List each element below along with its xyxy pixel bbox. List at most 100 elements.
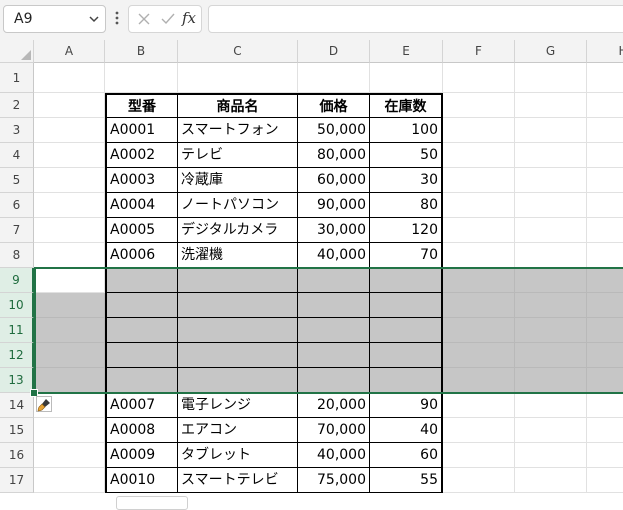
cell-b2[interactable]: 型番	[105, 93, 178, 118]
cell-c14[interactable]: 電子レンジ	[178, 393, 298, 418]
column-header-c[interactable]: C	[178, 40, 298, 63]
cell-c15[interactable]: エアコン	[178, 418, 298, 443]
row-header-13[interactable]: 13	[0, 368, 34, 393]
row-header-1[interactable]: 1	[0, 63, 34, 93]
cell-e11[interactable]	[370, 318, 443, 343]
cell-e9[interactable]	[370, 268, 443, 293]
row-header-11[interactable]: 11	[0, 318, 34, 343]
cell-f8[interactable]	[443, 243, 515, 268]
cell-d15[interactable]: 70,000	[298, 418, 370, 443]
cell-f2[interactable]	[443, 93, 515, 118]
cell-d13[interactable]	[298, 368, 370, 393]
cell-c10[interactable]	[178, 293, 298, 318]
cell-h16[interactable]	[587, 443, 623, 468]
cell-b3[interactable]: A0001	[105, 118, 178, 143]
cell-b14[interactable]: A0007	[105, 393, 178, 418]
cell-a15[interactable]	[34, 418, 105, 443]
cell-h17[interactable]	[587, 468, 623, 493]
cell-a9[interactable]	[34, 268, 105, 293]
cell-g1[interactable]	[515, 63, 587, 93]
cell-c2[interactable]: 商品名	[178, 93, 298, 118]
cell-h11[interactable]	[587, 318, 623, 343]
cell-c9[interactable]	[178, 268, 298, 293]
row-header-9[interactable]: 9	[0, 268, 34, 293]
cell-h15[interactable]	[587, 418, 623, 443]
column-header-d[interactable]: D	[298, 40, 370, 63]
cell-f4[interactable]	[443, 143, 515, 168]
cell-b17[interactable]: A0010	[105, 468, 178, 493]
cell-b1[interactable]	[105, 63, 178, 93]
cell-b11[interactable]	[105, 318, 178, 343]
cell-f14[interactable]	[443, 393, 515, 418]
cell-f9[interactable]	[443, 268, 515, 293]
cell-g12[interactable]	[515, 343, 587, 368]
cell-c13[interactable]	[178, 368, 298, 393]
cell-e8[interactable]: 70	[370, 243, 443, 268]
cell-h13[interactable]	[587, 368, 623, 393]
row-header-3[interactable]: 3	[0, 118, 34, 143]
cell-a5[interactable]	[34, 168, 105, 193]
cell-h7[interactable]	[587, 218, 623, 243]
column-header-e[interactable]: E	[370, 40, 443, 63]
cell-a3[interactable]	[34, 118, 105, 143]
cell-a12[interactable]	[34, 343, 105, 368]
row-header-6[interactable]: 6	[0, 193, 34, 218]
column-header-g[interactable]: G	[515, 40, 587, 63]
more-vertical-icon[interactable]	[114, 9, 120, 27]
cell-c1[interactable]	[178, 63, 298, 93]
row-header-10[interactable]: 10	[0, 293, 34, 318]
cell-b6[interactable]: A0004	[105, 193, 178, 218]
cell-h1[interactable]	[587, 63, 623, 93]
cell-e17[interactable]: 55	[370, 468, 443, 493]
cell-g4[interactable]	[515, 143, 587, 168]
cell-c8[interactable]: 洗濯機	[178, 243, 298, 268]
cell-a10[interactable]	[34, 293, 105, 318]
cell-b8[interactable]: A0006	[105, 243, 178, 268]
column-header-b[interactable]: B	[105, 40, 178, 63]
cell-h5[interactable]	[587, 168, 623, 193]
cell-f1[interactable]	[443, 63, 515, 93]
cell-e7[interactable]: 120	[370, 218, 443, 243]
cell-b16[interactable]: A0009	[105, 443, 178, 468]
cell-e14[interactable]: 90	[370, 393, 443, 418]
cell-f11[interactable]	[443, 318, 515, 343]
row-header-4[interactable]: 4	[0, 143, 34, 168]
paste-options-button[interactable]	[36, 396, 52, 412]
cell-a11[interactable]	[34, 318, 105, 343]
cell-b15[interactable]: A0008	[105, 418, 178, 443]
cell-d3[interactable]: 50,000	[298, 118, 370, 143]
cell-g9[interactable]	[515, 268, 587, 293]
cell-e12[interactable]	[370, 343, 443, 368]
cell-g15[interactable]	[515, 418, 587, 443]
cancel-icon[interactable]	[137, 12, 151, 26]
row-header-7[interactable]: 7	[0, 218, 34, 243]
cell-c5[interactable]: 冷蔵庫	[178, 168, 298, 193]
cell-a6[interactable]	[34, 193, 105, 218]
chevron-down-icon[interactable]	[88, 13, 100, 25]
formula-input[interactable]	[208, 5, 623, 33]
cell-e2[interactable]: 在庫数	[370, 93, 443, 118]
cell-g13[interactable]	[515, 368, 587, 393]
cell-e3[interactable]: 100	[370, 118, 443, 143]
cell-g2[interactable]	[515, 93, 587, 118]
cell-d8[interactable]: 40,000	[298, 243, 370, 268]
cell-b5[interactable]: A0003	[105, 168, 178, 193]
cell-c16[interactable]: タブレット	[178, 443, 298, 468]
cell-b4[interactable]: A0002	[105, 143, 178, 168]
row-header-8[interactable]: 8	[0, 243, 34, 268]
cell-a13[interactable]	[34, 368, 105, 393]
cell-b10[interactable]	[105, 293, 178, 318]
cell-h14[interactable]	[587, 393, 623, 418]
cell-h6[interactable]	[587, 193, 623, 218]
cell-d12[interactable]	[298, 343, 370, 368]
cell-f6[interactable]	[443, 193, 515, 218]
cell-a2[interactable]	[34, 93, 105, 118]
cell-h9[interactable]	[587, 268, 623, 293]
cell-e4[interactable]: 50	[370, 143, 443, 168]
cell-g17[interactable]	[515, 468, 587, 493]
cell-g14[interactable]	[515, 393, 587, 418]
cell-c6[interactable]: ノートパソコン	[178, 193, 298, 218]
cell-b7[interactable]: A0005	[105, 218, 178, 243]
cell-f7[interactable]	[443, 218, 515, 243]
select-all-button[interactable]	[0, 40, 34, 63]
